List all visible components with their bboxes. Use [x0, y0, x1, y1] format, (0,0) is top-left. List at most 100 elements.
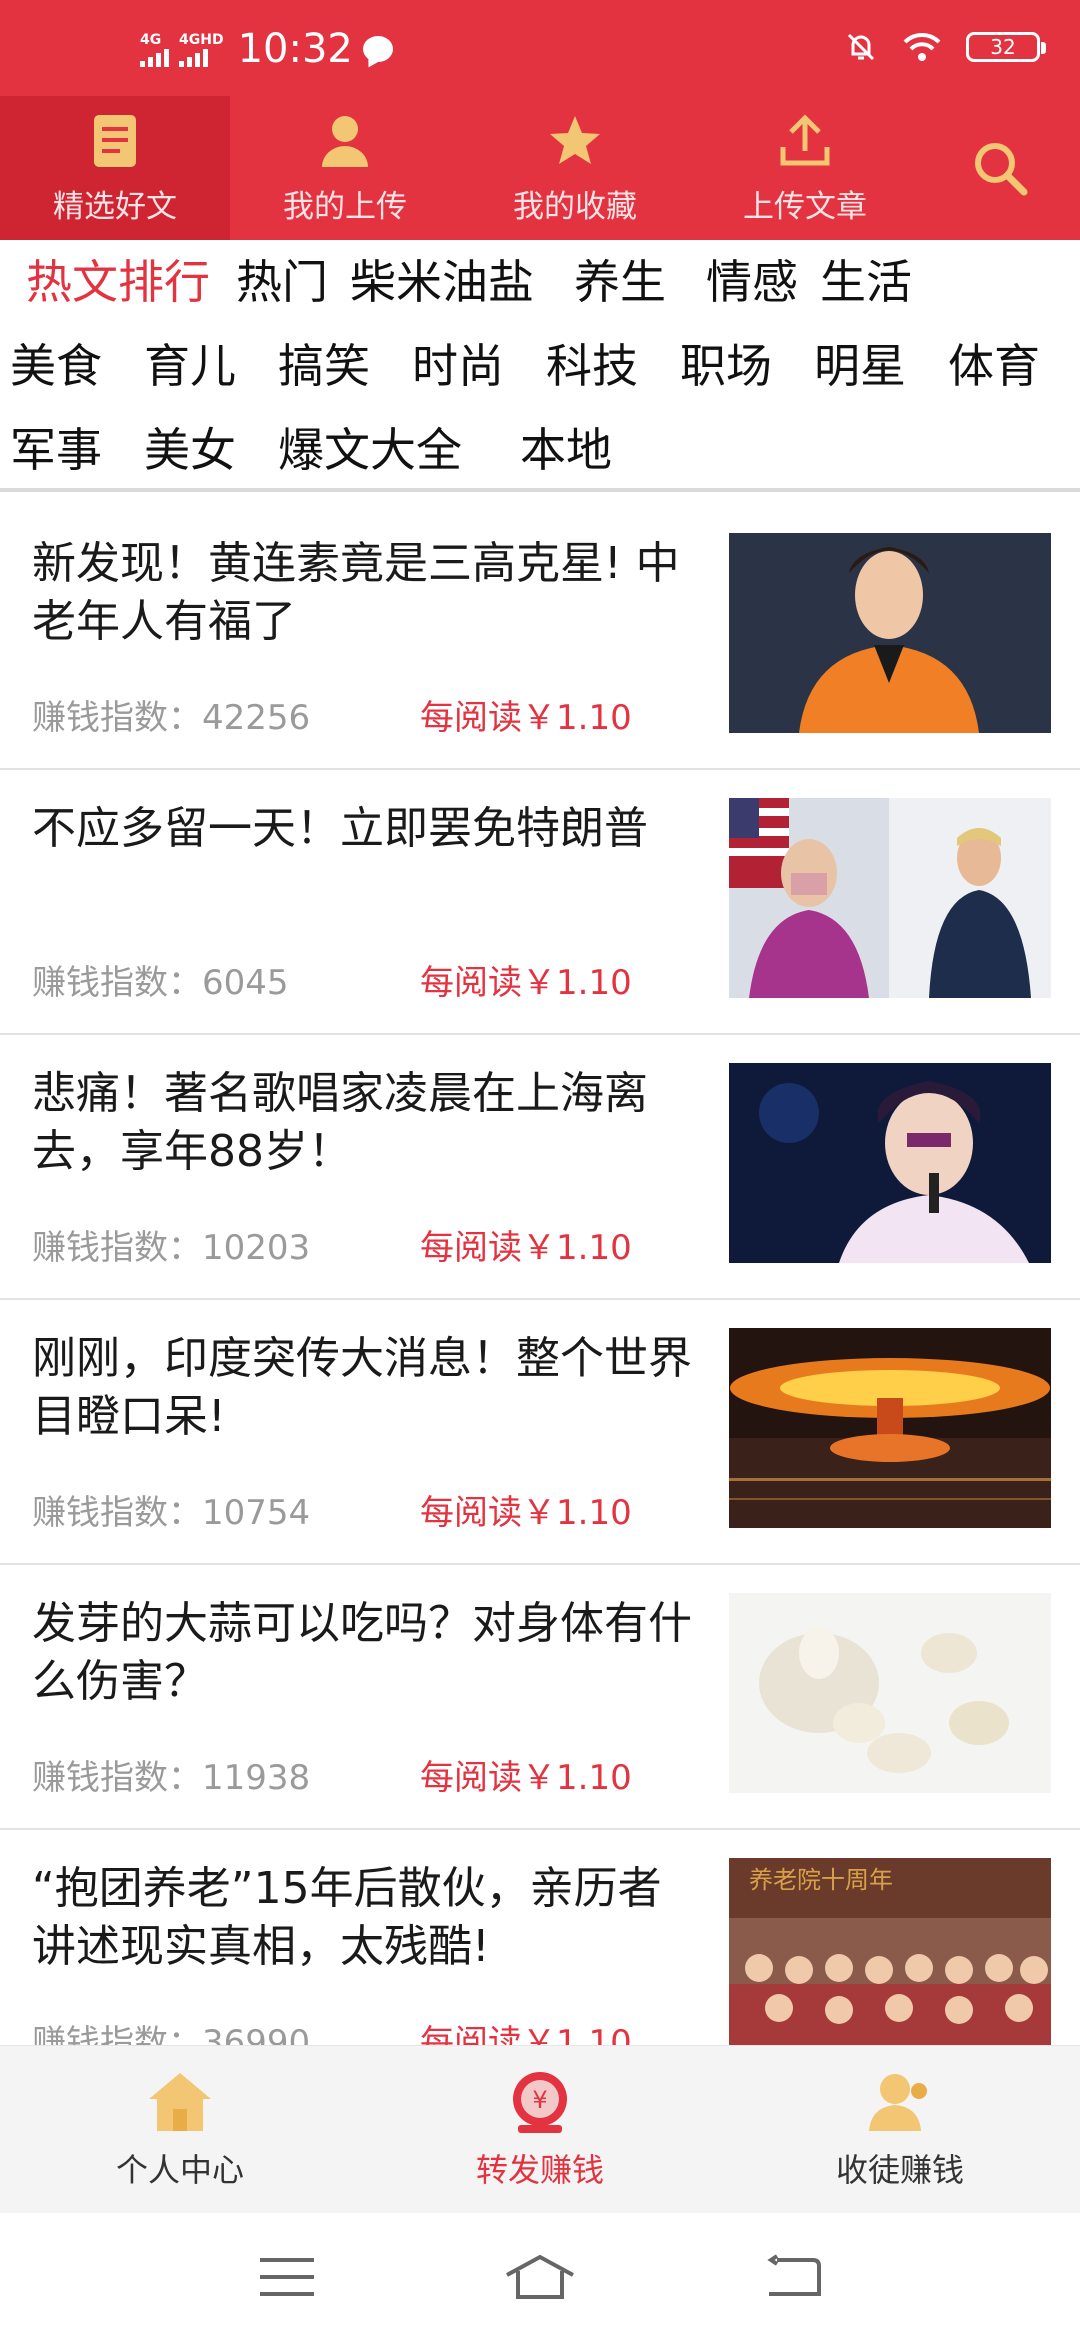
status-right: 32 — [844, 30, 1046, 64]
article-thumbnail — [729, 1328, 1051, 1528]
earning-index-label: 赚钱指数： — [32, 963, 202, 1003]
nav-upload-article[interactable]: 上传文章 — [690, 96, 920, 240]
battery-icon: 32 — [966, 32, 1046, 62]
tab-recruit-earn-label: 收徒赚钱 — [835, 2151, 964, 2189]
price-per-read: 每阅读￥1.10 — [420, 1228, 632, 1268]
article-thumbnail — [729, 798, 1051, 998]
category-tech[interactable]: 科技 — [546, 324, 638, 408]
article-feed[interactable]: 新发现！黄连素竟是三高克星! 中老年人有福了 赚钱指数：42256 每阅读￥1.… — [0, 505, 1080, 2045]
nav-my-favorites-label: 我的收藏 — [513, 189, 637, 225]
category-row-2: 美食 育儿 搞笑 时尚 科技 职场 明星 体育 — [0, 324, 1080, 408]
earning-index: 赚钱指数：42256 — [32, 690, 310, 739]
back-icon — [767, 2253, 822, 2296]
article-title: 新发现！黄连素竟是三高克星! 中老年人有福了 — [32, 538, 680, 647]
status-left: 4G 4GHD 10:32 — [140, 22, 393, 76]
category-food[interactable]: 美食 — [10, 324, 102, 408]
article-thumbnail — [729, 1063, 1051, 1263]
earning-index-value: 6045 — [202, 963, 289, 1003]
article-thumbnail: 养老院十周年 — [729, 1858, 1051, 2045]
yuan-coin-icon: ¥ — [513, 2072, 567, 2133]
price-per-read: 每阅读￥1.10 — [420, 1493, 632, 1533]
category-tags: 热文排行 热门 柴米油盐 养生 情感 生活 美食 育儿 搞笑 时尚 科技 职场 … — [0, 240, 1080, 492]
upload-icon — [773, 109, 837, 173]
signal-bars-icon — [140, 49, 169, 67]
signal-1: 4G — [140, 31, 169, 67]
nav-my-favorites[interactable]: 我的收藏 — [460, 96, 690, 240]
category-local[interactable]: 本地 — [520, 408, 612, 492]
status-bar: 4G 4GHD 10:32 32 — [0, 0, 1080, 96]
category-celebrity[interactable]: 明星 — [814, 324, 906, 408]
user-icon — [313, 109, 377, 173]
nav-featured-label: 精选好文 — [53, 189, 177, 225]
earning-index-value: 42256 — [202, 698, 311, 738]
svg-text:¥: ¥ — [532, 2086, 547, 2114]
menu-button[interactable] — [247, 2247, 327, 2307]
house-outline-icon — [506, 2254, 574, 2299]
earning-index: 赚钱指数：10754 — [32, 1485, 310, 1534]
home-icon — [149, 2073, 211, 2131]
nav-upload-article-label: 上传文章 — [743, 189, 867, 225]
category-beauty[interactable]: 美女 — [144, 408, 236, 492]
earning-index: 赚钱指数：11938 — [32, 1750, 310, 1799]
wifi-icon — [903, 32, 941, 61]
top-nav: 精选好文 我的上传 我的收藏 上传文章 — [0, 96, 1080, 240]
search-button[interactable] — [920, 96, 1080, 240]
earning-index-label: 赚钱指数： — [32, 1758, 202, 1798]
article-title: 不应多留一天！立即罢免特朗普 — [32, 803, 648, 854]
back-button[interactable] — [753, 2247, 833, 2307]
document-icon — [83, 109, 147, 173]
article-title: 悲痛！著名歌唱家凌晨在上海离去，享年88岁！ — [32, 1068, 648, 1177]
article-thumbnail — [729, 1593, 1051, 1793]
earning-index-label: 赚钱指数： — [32, 1493, 202, 1533]
category-hot[interactable]: 热门 — [236, 240, 328, 324]
article-item[interactable]: 悲痛！著名歌唱家凌晨在上海离去，享年88岁！ 赚钱指数：10203 每阅读￥1.… — [0, 1035, 1080, 1300]
status-time: 10:32 — [237, 26, 353, 72]
bottom-tab-bar: 个人中心 ¥ 转发赚钱 收徒赚钱 — [0, 2045, 1080, 2214]
menu-icon — [259, 2257, 314, 2296]
earning-index: 赚钱指数：6045 — [32, 955, 289, 1004]
category-workplace[interactable]: 职场 — [680, 324, 772, 408]
category-viral[interactable]: 爆文大全 — [278, 408, 462, 492]
thumbnail-banner-text: 养老院十周年 — [749, 1866, 893, 1894]
category-row-1: 热文排行 热门 柴米油盐 养生 情感 生活 — [0, 240, 1080, 324]
earning-index-value: 36990 — [202, 2023, 311, 2045]
price-per-read: 每阅读￥1.10 — [420, 2023, 632, 2045]
earning-index-value: 11938 — [202, 1758, 311, 1798]
category-health[interactable]: 养生 — [574, 240, 666, 324]
article-item[interactable]: 刚刚，印度突传大消息！整个世界目瞪口呆! 赚钱指数：10754 每阅读￥1.10 — [0, 1300, 1080, 1565]
category-divider — [0, 488, 1080, 492]
tab-personal-center[interactable]: 个人中心 — [0, 2046, 360, 2214]
tab-share-earn-label: 转发赚钱 — [475, 2151, 604, 2189]
earning-index-label: 赚钱指数： — [32, 698, 202, 738]
mute-icon — [847, 33, 875, 61]
home-nav-button[interactable] — [500, 2247, 580, 2307]
article-item[interactable]: 不应多留一天！立即罢免特朗普 赚钱指数：6045 每阅读￥1.10 — [0, 770, 1080, 1035]
category-hot-ranking[interactable]: 热文排行 — [26, 240, 210, 324]
category-sports[interactable]: 体育 — [948, 324, 1040, 408]
article-title: “抱团养老”15年后散伙，亲历者讲述现实真相，太残酷! — [32, 1863, 662, 1972]
category-life[interactable]: 生活 — [820, 240, 912, 324]
category-emotion[interactable]: 情感 — [706, 240, 798, 324]
earning-index-label: 赚钱指数： — [32, 2023, 202, 2045]
nav-my-uploads-label: 我的上传 — [283, 189, 407, 225]
category-funny[interactable]: 搞笑 — [278, 324, 370, 408]
tab-share-earn[interactable]: ¥ 转发赚钱 — [360, 2046, 720, 2214]
article-item[interactable]: 新发现！黄连素竟是三高克星! 中老年人有福了 赚钱指数：42256 每阅读￥1.… — [0, 505, 1080, 770]
article-item[interactable]: “抱团养老”15年后散伙，亲历者讲述现实真相，太残酷! 赚钱指数：36990 每… — [0, 1830, 1080, 2045]
tab-personal-center-label: 个人中心 — [115, 2151, 244, 2189]
earning-index: 赚钱指数：36990 — [32, 2015, 310, 2045]
nav-my-uploads[interactable]: 我的上传 — [230, 96, 460, 240]
category-military[interactable]: 军事 — [10, 408, 102, 492]
earning-index: 赚钱指数：10203 — [32, 1220, 310, 1269]
message-icon — [362, 36, 393, 62]
nav-featured[interactable]: 精选好文 — [0, 96, 230, 240]
article-item[interactable]: 发芽的大蒜可以吃吗？对身体有什么伤害？ 赚钱指数：11938 每阅读￥1.10 — [0, 1565, 1080, 1830]
tab-recruit-earn[interactable]: 收徒赚钱 — [720, 2046, 1080, 2214]
category-parenting[interactable]: 育儿 — [144, 324, 236, 408]
category-daily-life[interactable]: 柴米油盐 — [350, 240, 534, 324]
signal-bars-icon — [179, 49, 208, 67]
article-title: 刚刚，印度突传大消息！整个世界目瞪口呆! — [32, 1333, 692, 1442]
price-per-read: 每阅读￥1.10 — [420, 698, 632, 738]
recruit-user-icon — [869, 2074, 927, 2131]
category-fashion[interactable]: 时尚 — [412, 324, 504, 408]
